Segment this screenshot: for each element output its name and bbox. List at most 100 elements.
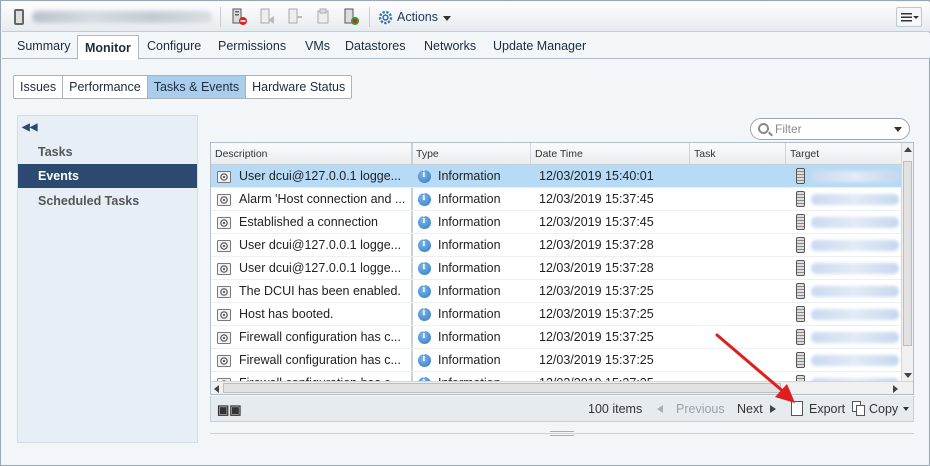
monitor-subtabs: Issues Performance Tasks & Events Hardwa… [13,75,353,99]
table-row[interactable]: The DCUI has been enabled. Information 12/… [211,280,901,303]
host-power-icon[interactable] [286,8,304,26]
host-icon [796,191,805,207]
host-icon [796,237,805,253]
host-action-icon[interactable] [258,8,276,26]
cell-description: The DCUI has been enabled. [239,284,401,298]
app-window: Actions Summary Monitor Configure Permis… [0,0,930,466]
tab-update-manager[interactable]: Update Manager [493,39,586,53]
vertical-scrollbar[interactable] [901,143,913,382]
grid-footer: ▣▣ 100 items Previous Next Export Copy [210,396,914,422]
column-header-datetime[interactable]: Date Time [531,143,690,164]
actions-menu[interactable]: Actions [377,8,451,26]
nav-item-events[interactable]: Events [18,164,197,188]
table-row[interactable]: User dcui@127.0.0.1 logge... Information 1… [211,257,901,280]
tab-networks[interactable]: Networks [424,39,476,53]
filter-dropdown-icon[interactable] [894,127,902,132]
subtab-issues[interactable]: Issues [14,76,64,98]
cell-type: Information [438,353,501,367]
event-info-icon [217,171,231,183]
tab-vms[interactable]: VMs [305,39,330,53]
subtab-hardware-status[interactable]: Hardware Status [246,76,351,98]
scroll-thumb[interactable] [223,383,781,393]
column-header-task[interactable]: Task [690,143,786,164]
toolbar-separator [220,7,221,27]
column-header-type[interactable]: Type [412,143,531,164]
information-icon [418,284,431,298]
filter-box[interactable] [750,118,910,140]
event-info-icon [217,263,231,275]
cell-type: Information [438,192,501,206]
cell-datetime: 12/03/2019 15:37:25 [539,330,654,344]
scroll-right-icon[interactable] [893,385,898,393]
main-tabs: Summary Monitor Configure Permissions VM… [2,33,930,60]
cell-datetime: 12/03/2019 15:37:25 [539,307,654,321]
tab-datastores[interactable]: Datastores [345,39,405,53]
host-name-redacted [32,11,212,23]
host-settings-icon[interactable] [314,8,332,26]
scroll-left-icon[interactable] [214,385,219,393]
tab-summary[interactable]: Summary [17,39,70,53]
copy-button[interactable]: Copy [869,402,898,416]
cell-type: Information [438,169,501,183]
event-info-icon [217,240,231,252]
table-row[interactable]: Alarm 'Host connection and ... Informatio… [211,188,901,211]
information-icon [418,238,431,252]
copy-icon[interactable] [852,401,866,416]
host-alarm-icon[interactable] [342,8,360,26]
table-row[interactable]: User dcui@127.0.0.1 logge... Information 1… [211,165,901,188]
previous-button[interactable]: Previous [676,402,725,416]
cell-type: Information [438,215,501,229]
cell-datetime: 12/03/2019 15:37:28 [539,238,654,252]
subtab-performance[interactable]: Performance [63,76,148,98]
next-arrow-icon[interactable] [770,405,776,413]
chevron-down-icon[interactable] [903,407,909,411]
scroll-up-icon[interactable] [904,147,912,152]
information-icon [418,353,431,367]
cell-description: User dcui@127.0.0.1 logge... [239,261,402,275]
tab-monitor[interactable]: Monitor [77,35,139,60]
nav-item-tasks[interactable]: Tasks [18,140,197,164]
cell-type: Information [438,261,501,275]
table-row[interactable]: User dcui@127.0.0.1 logge... Information 1… [211,234,901,257]
export-button[interactable]: Export [809,402,845,416]
column-header-target[interactable]: Target [786,143,901,164]
column-header-description[interactable]: Description [211,143,412,164]
tab-configure[interactable]: Configure [147,39,201,53]
export-icon[interactable] [791,401,803,416]
enter-maintenance-icon[interactable] [230,8,248,26]
host-icon [14,9,24,25]
options-menu-button[interactable] [896,7,922,27]
scroll-thumb[interactable] [903,161,912,346]
event-info-icon [217,286,231,298]
scroll-down-icon[interactable] [904,373,912,378]
cell-description: Firewall configuration has c... [239,353,401,367]
cell-description: Established a connection [239,215,378,229]
tab-permissions[interactable]: Permissions [218,39,286,53]
cell-datetime: 12/03/2019 15:37:45 [539,215,654,229]
nav-item-scheduled-tasks[interactable]: Scheduled Tasks [18,189,197,213]
binoculars-icon[interactable]: ▣▣ [217,402,242,418]
target-redacted [811,217,899,228]
target-redacted [811,309,899,320]
information-icon [418,307,431,321]
target-redacted [811,194,899,205]
target-redacted [811,355,899,366]
filter-input[interactable] [773,121,888,137]
information-icon [418,261,431,275]
cell-datetime: 12/03/2019 15:37:25 [539,284,654,298]
table-row[interactable]: Host has booted. Information 12/03/2019 15… [211,303,901,326]
table-row[interactable]: Firewall configuration has c... Informati… [211,349,901,372]
table-row[interactable]: Firewall configuration has c... Informati… [211,326,901,349]
splitter-grip[interactable] [550,431,574,436]
collapse-panel-icon[interactable]: ◀◀ [22,122,37,133]
table-row[interactable]: Established a connection Information 12/03… [211,211,901,234]
event-info-icon [217,309,231,321]
chevron-down-icon [443,15,451,21]
horizontal-scrollbar[interactable] [211,381,913,394]
cell-type: Information [438,307,501,321]
grid-header: Description Type Date Time Task Target [211,143,901,165]
subtab-tasks-events[interactable]: Tasks & Events [147,76,247,98]
target-redacted [811,263,899,274]
information-icon [418,330,431,344]
next-button[interactable]: Next [737,402,763,416]
